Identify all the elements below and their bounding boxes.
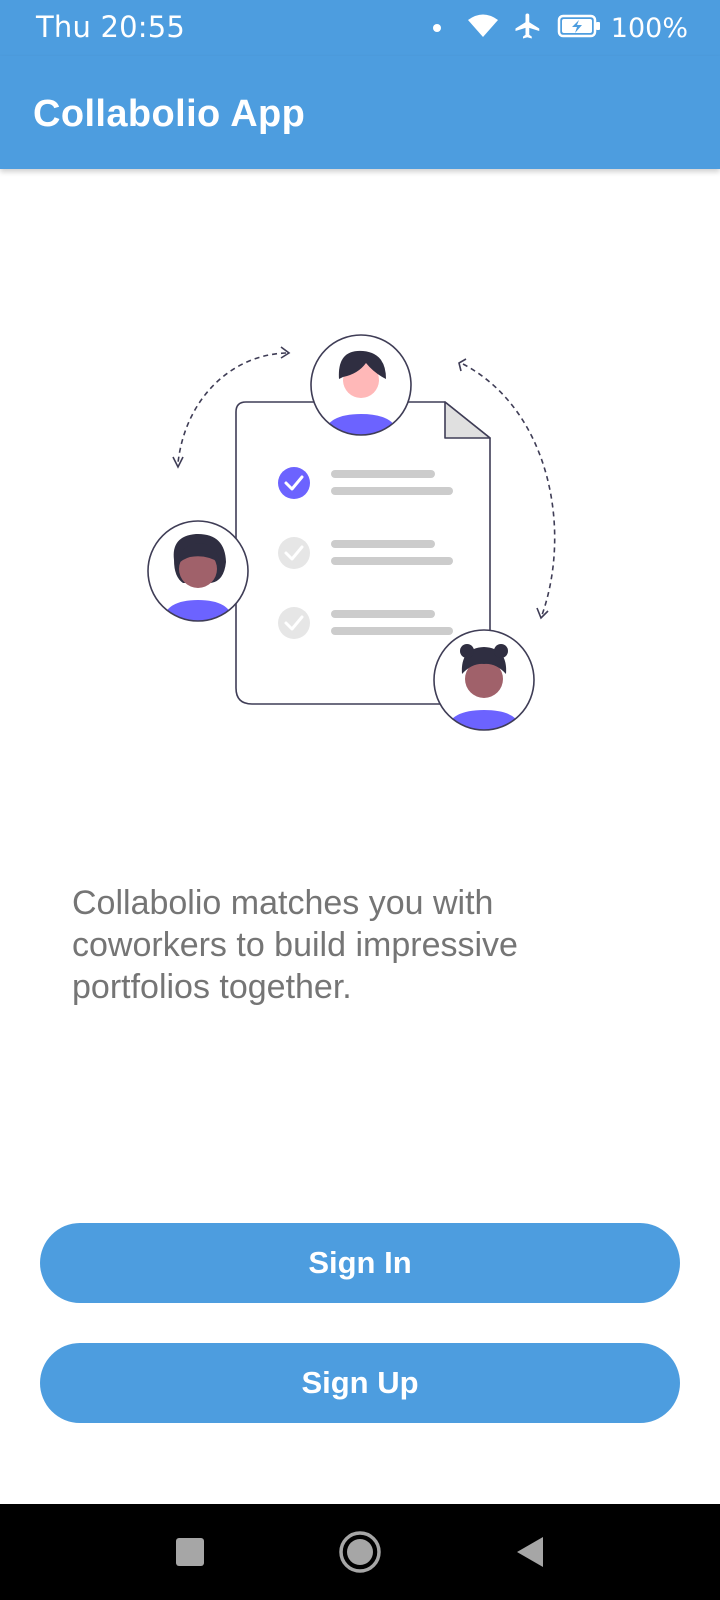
home-button[interactable]: [312, 1504, 408, 1600]
back-icon: [517, 1537, 543, 1567]
wifi-icon: [467, 13, 499, 44]
battery-percentage: 100%: [610, 12, 688, 44]
app-bar: Collabolio App: [0, 56, 720, 169]
sign-in-button[interactable]: Sign In: [40, 1223, 680, 1303]
status-time: Thu 20:55: [36, 10, 186, 44]
notification-dot-icon: [432, 24, 441, 32]
person-avatar-right: [433, 629, 535, 731]
recent-apps-button[interactable]: [142, 1504, 238, 1600]
collaboration-checklist-illustration: [147, 334, 556, 731]
back-button[interactable]: [482, 1504, 578, 1600]
battery-charging-icon: [557, 14, 601, 43]
navigation-bar: [0, 1504, 720, 1600]
tagline-text: Collabolio matches you with coworkers to…: [72, 884, 518, 1006]
home-icon: [339, 1531, 381, 1573]
sign-up-button[interactable]: Sign Up: [40, 1343, 680, 1423]
airplane-mode-icon: [513, 11, 543, 46]
app-title: Collabolio App: [33, 93, 306, 135]
recent-apps-icon: [176, 1538, 204, 1566]
person-avatar-left: [147, 520, 249, 622]
status-icons: 100%: [432, 8, 688, 48]
status-bar: Thu 20:55 100%: [0, 0, 720, 56]
